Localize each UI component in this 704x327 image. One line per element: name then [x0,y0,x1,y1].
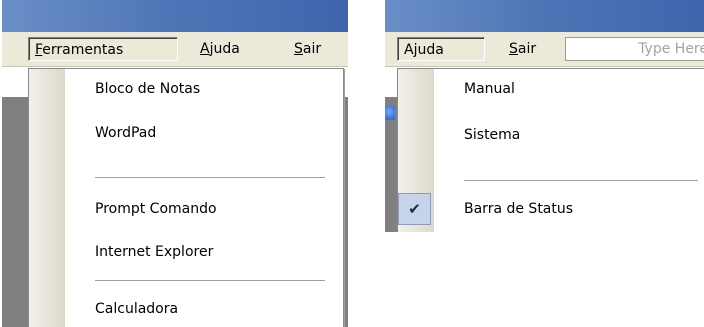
menu-bar: Ajuda Sair Type Here [385,32,704,67]
search-input[interactable]: Type Here [565,37,704,61]
menu-ferramentas[interactable]: Ferramentas [28,37,178,61]
menu-separator [95,177,325,178]
menu-sair[interactable]: Sair [503,37,542,61]
menu-item-bloco-de-notas[interactable]: Bloco de Notas [29,71,343,107]
menu-item-calculadora[interactable]: Calculadora [29,291,343,327]
ferramentas-dropdown: Bloco de Notas WordPad Prompt Comando In… [28,68,344,327]
title-bar [385,0,704,32]
menu-sair[interactable]: Sair [288,37,327,61]
ajuda-dropdown: Manual Sistema ✔ Barra de Status [397,68,704,232]
menu-separator [95,280,325,281]
menu-item-wordpad[interactable]: WordPad [29,115,343,151]
menu-separator [464,180,698,181]
menu-item-manual[interactable]: Manual [398,71,704,107]
menu-bar: Ferramentas Ajuda Sair [2,32,348,67]
menu-ajuda[interactable]: Ajuda [397,37,485,61]
menu-item-barra-de-status[interactable]: ✔ Barra de Status [398,191,704,227]
ie-icon [385,106,395,120]
menu-item-sistema[interactable]: Sistema [398,117,704,153]
menu-item-internet-explorer[interactable]: Internet Explorer [29,234,343,270]
menu-ajuda[interactable]: Ajuda [194,37,246,61]
left-screenshot: Ferramentas Ajuda Sair Bloco de Notas Wo… [2,0,348,327]
right-screenshot: Ajuda Sair Type Here Manual Sistema ✔ Ba… [385,0,704,232]
check-icon: ✔ [398,193,431,225]
menu-item-prompt-comando[interactable]: Prompt Comando [29,191,343,227]
title-bar [2,0,348,32]
